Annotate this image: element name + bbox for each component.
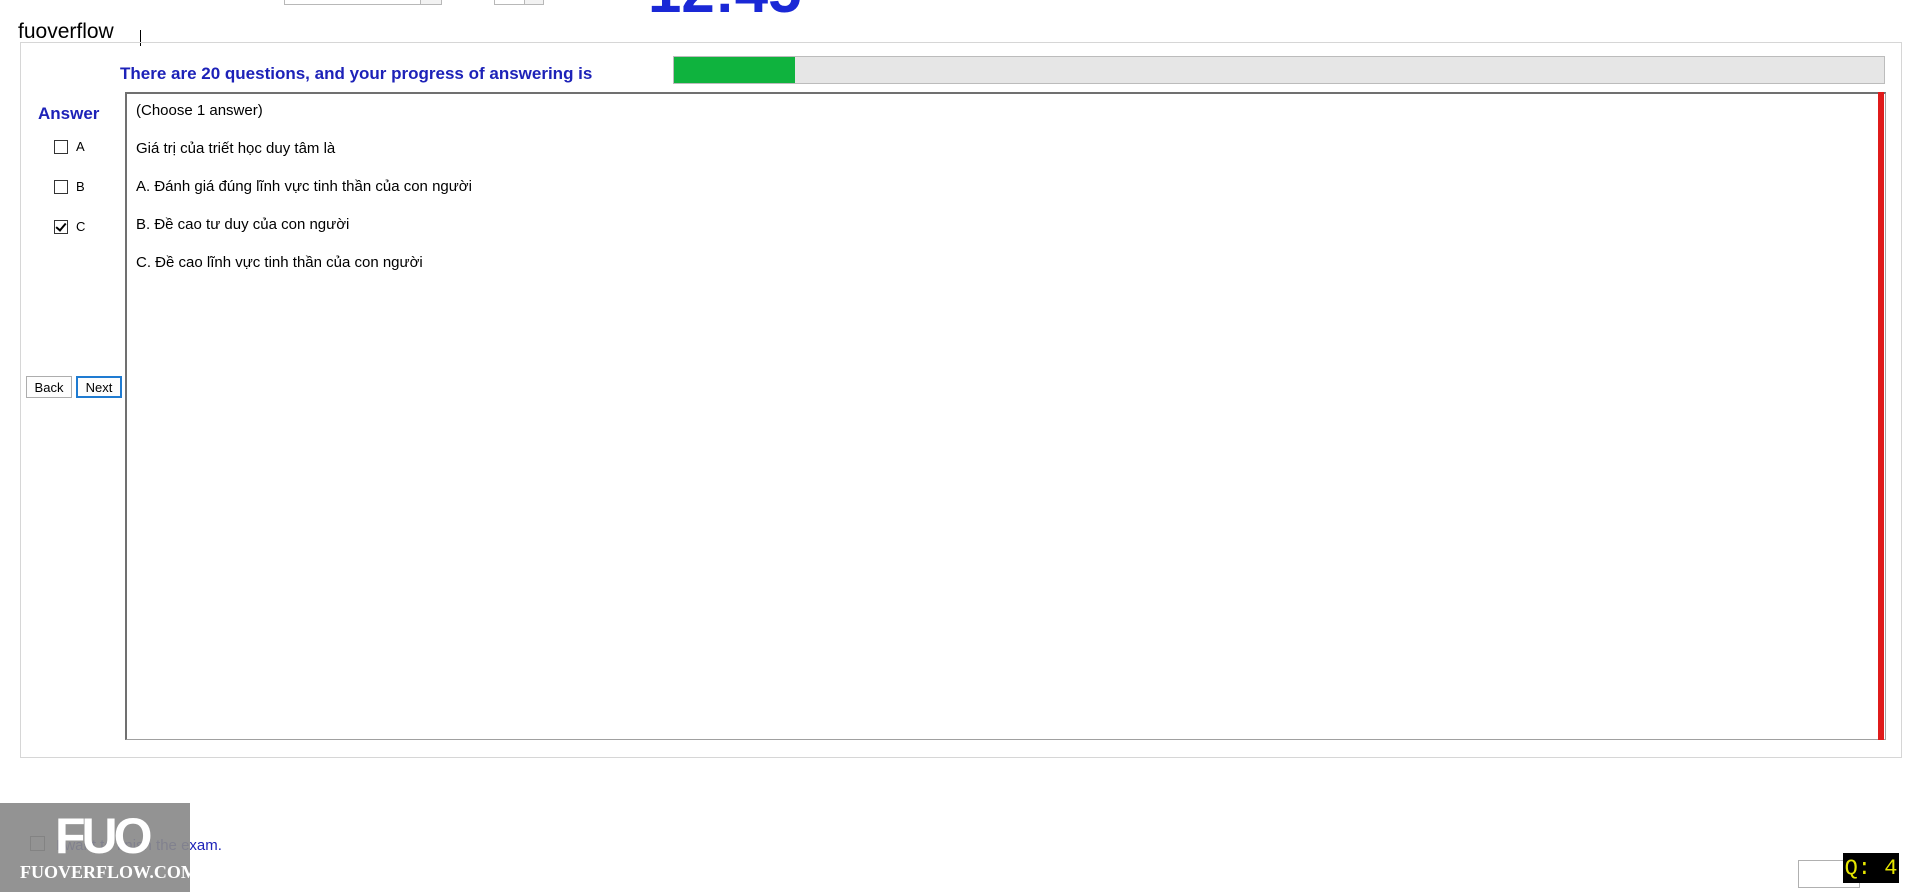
question-text: Giá trị của triết học duy tâm là xyxy=(136,140,336,157)
progress-bar xyxy=(673,56,1885,84)
question-choice-c: C. Đề cao lĩnh vực tinh thần của con ngư… xyxy=(136,254,423,271)
countdown-timer: 12:45 xyxy=(648,0,801,22)
logo-text: FUOVERFLOW.COM xyxy=(20,862,198,882)
date-dropdown-button[interactable] xyxy=(420,0,441,4)
checkbox-c[interactable] xyxy=(54,219,68,234)
answer-option-label: C xyxy=(76,219,86,234)
progress-label: There are 20 questions, and your progres… xyxy=(120,64,593,83)
question-instruction: (Choose 1 answer) xyxy=(136,102,263,119)
checkbox-a[interactable] xyxy=(54,139,68,154)
font-size-dropdown-button[interactable] xyxy=(524,0,543,4)
progress-bar-fill xyxy=(674,57,795,83)
question-number-badge: Q: 4 xyxy=(1843,853,1899,883)
answer-option-label: A xyxy=(76,139,85,154)
answer-option-b[interactable]: B xyxy=(54,179,85,194)
answer-option-c[interactable]: C xyxy=(54,219,85,234)
app-title: fuoverflow xyxy=(18,20,114,43)
date-field[interactable] xyxy=(284,0,442,5)
answer-option-a[interactable]: A xyxy=(54,139,85,154)
logo-glyph: FUO xyxy=(55,808,153,864)
next-button[interactable]: Next xyxy=(76,376,122,398)
answer-option-label: B xyxy=(76,179,85,194)
question-choice-b: B. Đề cao tư duy của con người xyxy=(136,216,350,233)
answer-heading: Answer xyxy=(38,104,100,123)
scrollbar[interactable] xyxy=(1878,92,1884,740)
back-button[interactable]: Back xyxy=(26,376,72,398)
question-choice-a: A. Đánh giá đúng lĩnh vực tinh thần của … xyxy=(136,178,472,195)
checkbox-b[interactable] xyxy=(54,179,68,194)
